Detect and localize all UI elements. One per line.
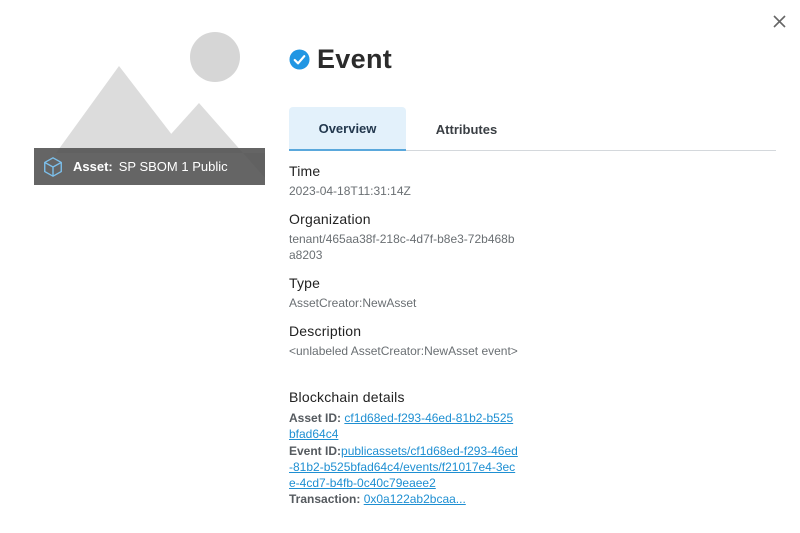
description-field: Description <unlabeled AssetCreator:NewA… [289, 323, 529, 359]
title-text: Event [317, 44, 393, 74]
cube-icon [44, 156, 62, 177]
event-id-row: Event ID:publicassets/cf1d68ed-f293-46ed… [289, 443, 519, 492]
tab-bar: Overview Attributes [289, 107, 776, 151]
time-label: Time [289, 163, 321, 179]
tab-overview[interactable]: Overview [289, 107, 406, 151]
type-value: AssetCreator:NewAsset [289, 296, 417, 310]
tab-attributes[interactable]: Attributes [420, 107, 513, 151]
organization-field: Organization tenant/465aa38f-218c-4d7f-b… [289, 211, 529, 263]
transaction-label: Transaction: [289, 492, 361, 507]
organization-value: tenant/465aa38f-218c-4d7f-b8e3-72b468ba8… [289, 232, 515, 262]
event-id-label: Event ID: [289, 443, 342, 458]
asset-name: SP SBOM 1 Public [118, 159, 228, 174]
asset-label: Asset: [73, 159, 113, 174]
close-icon [773, 15, 786, 28]
page-title: Event [289, 44, 392, 75]
type-label: Type [289, 275, 321, 291]
verified-check-icon [289, 49, 310, 70]
close-button[interactable] [770, 12, 790, 32]
time-field: Time 2023-04-18T11:31:14Z [289, 163, 529, 199]
transaction-link[interactable]: 0x0a122ab2bcaa... [364, 492, 466, 506]
asset-id-label: Asset ID: [289, 411, 342, 425]
asset-label-bar[interactable]: Asset: SP SBOM 1 Public [34, 148, 265, 185]
type-field: Type AssetCreator:NewAsset [289, 275, 529, 311]
time-value: 2023-04-18T11:31:14Z [289, 184, 411, 198]
description-label: Description [289, 323, 362, 339]
blockchain-details: Blockchain details Asset ID: cf1d68ed-f2… [289, 389, 529, 508]
asset-id-row: Asset ID: cf1d68ed-f293-46ed-81b2-b525bf… [289, 410, 519, 443]
blockchain-label: Blockchain details [289, 389, 405, 405]
organization-label: Organization [289, 211, 371, 227]
description-value: <unlabeled AssetCreator:NewAsset event> [289, 344, 518, 358]
transaction-row: Transaction: 0x0a122ab2bcaa... [289, 491, 519, 507]
